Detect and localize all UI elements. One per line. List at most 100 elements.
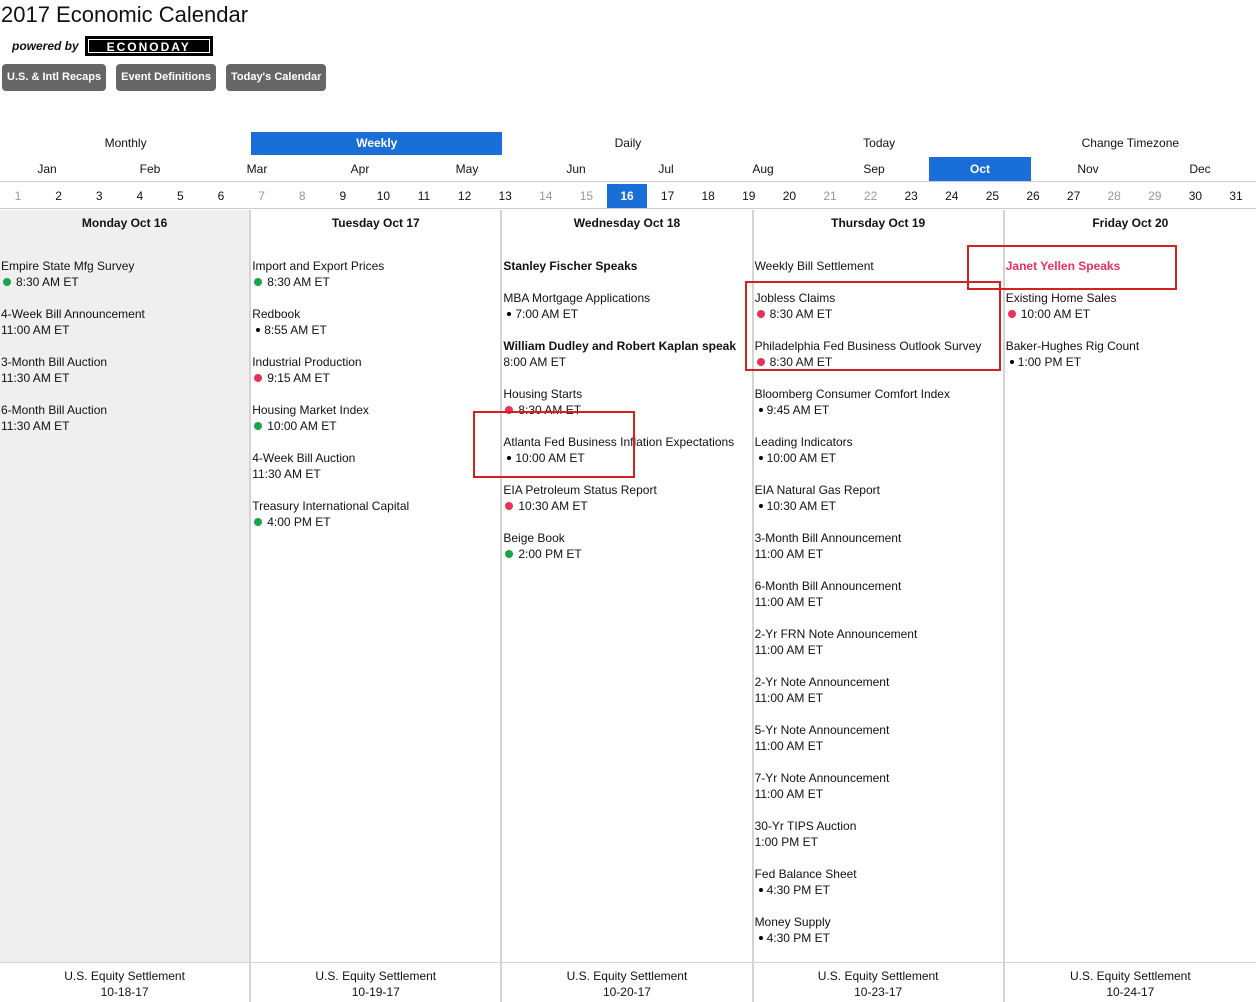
day-10[interactable]: 10 <box>363 184 403 208</box>
month-jul[interactable]: Jul <box>615 157 717 181</box>
event-link-existing-home-sales[interactable]: Existing Home Sales <box>1006 290 1250 306</box>
event-link-industrial-production[interactable]: Industrial Production <box>252 354 494 370</box>
event-link-william-dudley-and-robert-kaplan-speak[interactable]: William Dudley and Robert Kaplan speak <box>503 338 745 354</box>
event-link-stanley-fischer-speaks[interactable]: Stanley Fischer Speaks <box>503 258 745 274</box>
day-15[interactable]: 15 <box>566 184 606 208</box>
month-sep[interactable]: Sep <box>823 157 925 181</box>
day-31[interactable]: 31 <box>1216 184 1256 208</box>
day-27[interactable]: 27 <box>1054 184 1094 208</box>
view-tab-daily[interactable]: Daily <box>502 132 753 155</box>
event-link-7-yr-note-announcement[interactable]: 7-Yr Note Announcement <box>755 770 997 786</box>
event-link-5-yr-note-announcement[interactable]: 5-Yr Note Announcement <box>755 722 997 738</box>
todays-calendar-button[interactable]: Today's Calendar <box>225 64 327 91</box>
day-12[interactable]: 12 <box>445 184 485 208</box>
event-link-mba-mortgage-applications[interactable]: MBA Mortgage Applications <box>503 290 745 306</box>
month-apr[interactable]: Apr <box>309 157 411 181</box>
event-link-atlanta-fed-business-inflation-expectations[interactable]: Atlanta Fed Business Inflation Expectati… <box>503 434 745 450</box>
event-link-treasury-international-capital[interactable]: Treasury International Capital <box>252 498 494 514</box>
month-nov[interactable]: Nov <box>1037 157 1139 181</box>
event-item: Existing Home Sales 10:00 AM ET <box>1006 290 1250 322</box>
green-dot-icon <box>254 422 263 430</box>
month-mar[interactable]: Mar <box>206 157 308 181</box>
event-link-6-month-bill-auction[interactable]: 6-Month Bill Auction <box>1 402 243 418</box>
event-item: Leading Indicators 10:00 AM ET <box>755 434 997 466</box>
event-time-text: 1:00 PM ET <box>754 835 818 849</box>
event-link-import-and-export-prices[interactable]: Import and Export Prices <box>252 258 494 274</box>
event-link-fed-balance-sheet[interactable]: Fed Balance Sheet <box>755 866 997 882</box>
event-link-eia-natural-gas-report[interactable]: EIA Natural Gas Report <box>755 482 997 498</box>
day-2[interactable]: 2 <box>39 184 79 208</box>
day-22[interactable]: 22 <box>851 184 891 208</box>
day-30[interactable]: 30 <box>1175 184 1215 208</box>
view-tab-today[interactable]: Today <box>754 132 1005 155</box>
day-4[interactable]: 4 <box>120 184 160 208</box>
event-link-eia-petroleum-status-report[interactable]: EIA Petroleum Status Report <box>503 482 745 498</box>
econoday-logo[interactable]: ECONODAY <box>84 36 213 56</box>
day-17[interactable]: 17 <box>648 184 688 208</box>
day-11[interactable]: 11 <box>404 184 444 208</box>
event-link-jobless-claims[interactable]: Jobless Claims <box>755 290 997 306</box>
event-time: 2:00 PM ET <box>503 546 745 562</box>
day-26[interactable]: 26 <box>1013 184 1053 208</box>
event-link-4-week-bill-auction[interactable]: 4-Week Bill Auction <box>252 450 494 466</box>
settlement-date: 10-24-17 <box>1106 985 1155 999</box>
event-link-money-supply[interactable]: Money Supply <box>755 914 997 930</box>
event-link-weekly-bill-settlement[interactable]: Weekly Bill Settlement <box>755 258 997 274</box>
event-link-philadelphia-fed-business-outlook-survey[interactable]: Philadelphia Fed Business Outlook Survey <box>755 338 997 354</box>
day-9[interactable]: 9 <box>323 184 363 208</box>
event-time-text: 11:00 AM ET <box>754 547 824 561</box>
month-jun[interactable]: Jun <box>525 157 627 181</box>
month-oct[interactable]: Oct <box>929 157 1031 181</box>
event-link-3-month-bill-announcement[interactable]: 3-Month Bill Announcement <box>755 530 997 546</box>
event-link-bloomberg-consumer-comfort-index[interactable]: Bloomberg Consumer Comfort Index <box>755 386 997 402</box>
day-13[interactable]: 13 <box>485 184 525 208</box>
event-link-housing-starts[interactable]: Housing Starts <box>503 386 745 402</box>
event-link-baker-hughes-rig-count[interactable]: Baker-Hughes Rig Count <box>1006 338 1250 354</box>
day-3[interactable]: 3 <box>79 184 119 208</box>
event-item: Weekly Bill Settlement <box>755 258 997 274</box>
day-28[interactable]: 28 <box>1094 184 1134 208</box>
month-dec[interactable]: Dec <box>1149 157 1251 181</box>
view-tab-change-timezone[interactable]: Change Timezone <box>1005 132 1256 155</box>
day-29[interactable]: 29 <box>1135 184 1175 208</box>
event-definitions-button[interactable]: Event Definitions <box>116 64 216 91</box>
recaps-button[interactable]: U.S. & Intl Recaps <box>2 64 107 91</box>
day-6[interactable]: 6 <box>201 184 241 208</box>
event-link-janet-yellen-speaks[interactable]: Janet Yellen Speaks <box>1006 258 1250 274</box>
event-link-redbook[interactable]: Redbook <box>252 306 494 322</box>
event-time: 10:30 AM ET <box>503 498 745 514</box>
day-14[interactable]: 14 <box>526 184 566 208</box>
event-link-2-yr-frn-note-announcement[interactable]: 2-Yr FRN Note Announcement <box>755 626 997 642</box>
day-20[interactable]: 20 <box>769 184 809 208</box>
event-link-30-yr-tips-auction[interactable]: 30-Yr TIPS Auction <box>755 818 997 834</box>
event-link-3-month-bill-auction[interactable]: 3-Month Bill Auction <box>1 354 243 370</box>
event-link-empire-state-mfg-survey[interactable]: Empire State Mfg Survey <box>1 258 243 274</box>
day-19[interactable]: 19 <box>729 184 769 208</box>
day-24[interactable]: 24 <box>932 184 972 208</box>
month-jan[interactable]: Jan <box>0 157 98 181</box>
month-may[interactable]: May <box>416 157 518 181</box>
view-tab-monthly[interactable]: Monthly <box>0 132 251 155</box>
day-23[interactable]: 23 <box>891 184 931 208</box>
day-16[interactable]: 16 <box>607 184 647 208</box>
month-feb[interactable]: Feb <box>99 157 201 181</box>
event-time: 10:00 AM ET <box>503 450 745 466</box>
event-link-housing-market-index[interactable]: Housing Market Index <box>252 402 494 418</box>
day-5[interactable]: 5 <box>160 184 200 208</box>
event-item: Industrial Production 9:15 AM ET <box>252 354 494 386</box>
event-link-beige-book[interactable]: Beige Book <box>503 530 745 546</box>
event-link-6-month-bill-announcement[interactable]: 6-Month Bill Announcement <box>755 578 997 594</box>
day-25[interactable]: 25 <box>972 184 1012 208</box>
event-link-leading-indicators[interactable]: Leading Indicators <box>755 434 997 450</box>
event-time-text: 8:00 AM ET <box>503 355 567 369</box>
view-tab-weekly[interactable]: Weekly <box>251 132 503 155</box>
month-aug[interactable]: Aug <box>712 157 814 181</box>
day-18[interactable]: 18 <box>688 184 728 208</box>
day-21[interactable]: 21 <box>810 184 850 208</box>
event-link-4-week-bill-announcement[interactable]: 4-Week Bill Announcement <box>1 306 243 322</box>
settlement-date: 10-18-17 <box>100 985 149 999</box>
day-8[interactable]: 8 <box>282 184 322 208</box>
event-link-2-yr-note-announcement[interactable]: 2-Yr Note Announcement <box>755 674 997 690</box>
day-7[interactable]: 7 <box>242 184 282 208</box>
day-1[interactable]: 1 <box>0 184 38 208</box>
